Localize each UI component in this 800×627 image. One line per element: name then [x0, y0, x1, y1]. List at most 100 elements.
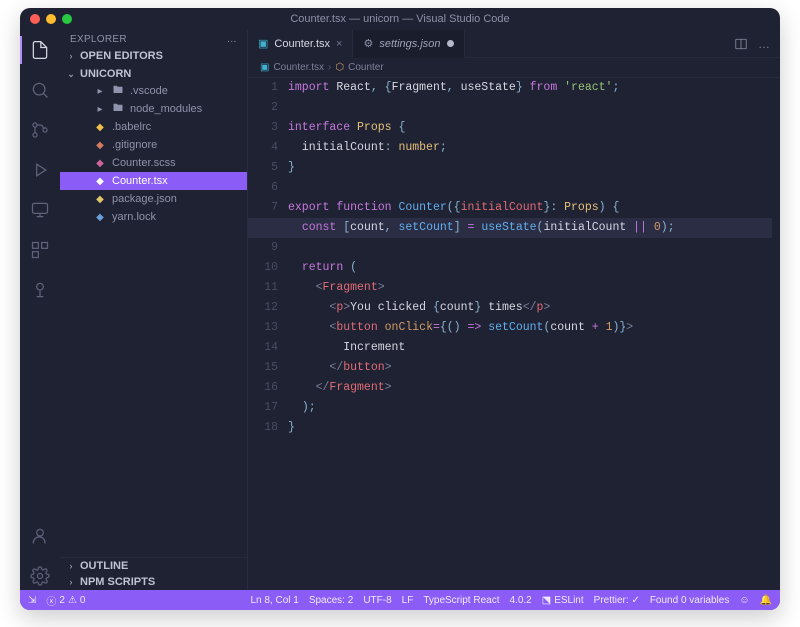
encoding[interactable]: UTF-8 [363, 595, 391, 606]
open-editors-section[interactable]: › OPEN EDITORS [60, 48, 247, 64]
code-line[interactable] [288, 98, 772, 118]
scm-activity-icon[interactable] [26, 116, 54, 144]
variables-status[interactable]: Found 0 variables [650, 595, 730, 606]
file-name-label: node_modules [130, 103, 202, 115]
tab-more-icon[interactable]: … [758, 37, 770, 51]
maximize-window-button[interactable] [62, 14, 72, 24]
line-number: 12 [248, 298, 278, 318]
typescript-version[interactable]: 4.0.2 [509, 595, 531, 606]
file-item--gitignore[interactable]: ◆.gitignore [60, 136, 247, 154]
code-line[interactable]: export function Counter({initialCount}: … [288, 198, 772, 218]
editor-tab-Counter-tsx[interactable]: ▣Counter.tsx× [248, 30, 353, 58]
indentation[interactable]: Spaces: 2 [309, 595, 353, 606]
tab-label: settings.json [379, 38, 440, 50]
outline-section[interactable]: › OUTLINE [60, 558, 247, 574]
folder-item-node_modules[interactable]: ▸🖿node_modules [60, 100, 247, 118]
titlebar: Counter.tsx — unicorn — Visual Studio Co… [20, 8, 780, 30]
code-line[interactable]: ); [288, 398, 772, 418]
file-item-Counter-tsx[interactable]: ◆Counter.tsx [60, 172, 247, 190]
minimize-window-button[interactable] [46, 14, 56, 24]
git-branch-status[interactable]: ⓧ2 ⚠0 [46, 593, 85, 608]
debug-activity-icon[interactable] [26, 156, 54, 184]
file-item-yarn-lock[interactable]: ◆yarn.lock [60, 208, 247, 226]
line-number: 15 [248, 358, 278, 378]
code-line[interactable]: interface Props { [288, 118, 772, 138]
file-item-Counter-scss[interactable]: ◆Counter.scss [60, 154, 247, 172]
folder-item--vscode[interactable]: ▸🖿.vscode [60, 82, 247, 100]
code-line[interactable]: return ( [288, 258, 772, 278]
language-mode[interactable]: TypeScript React [423, 595, 499, 606]
git-icon: ◆ [94, 139, 106, 151]
misc-activity-icon[interactable] [26, 276, 54, 304]
line-number: 13 [248, 318, 278, 338]
code-line[interactable] [288, 178, 772, 198]
settings-activity-icon[interactable] [26, 562, 54, 590]
remote-activity-icon[interactable] [26, 196, 54, 224]
dirty-indicator-icon [447, 40, 454, 47]
code-line[interactable]: <button onClick={() => setCount(count + … [288, 318, 772, 338]
close-window-button[interactable] [30, 14, 40, 24]
line-number: 11 [248, 278, 278, 298]
code-line[interactable]: initialCount: number; [288, 138, 772, 158]
cursor-position[interactable]: Ln 8, Col 1 [250, 595, 298, 606]
npm-scripts-section[interactable]: › NPM SCRIPTS [60, 574, 247, 590]
code-line[interactable]: const [count, setCount] = useState(initi… [248, 218, 772, 238]
code-content[interactable]: import React, {Fragment, useState} from … [288, 78, 780, 590]
editor-tab-settings-json[interactable]: ⚙settings.json [353, 30, 464, 58]
feedback-icon[interactable]: ☺ [739, 595, 749, 606]
prettier-status[interactable]: Prettier: ✓ [594, 595, 640, 606]
editor-tabs: ▣Counter.tsx×⚙settings.json … [248, 30, 780, 58]
code-line[interactable]: </Fragment> [288, 378, 772, 398]
line-number: 18 [248, 418, 278, 438]
chevron-right-icon: › [66, 561, 76, 571]
eslint-status[interactable]: ⬔ ESLint [542, 595, 584, 606]
editor-area: ▣Counter.tsx×⚙settings.json … ▣ Counter.… [248, 30, 780, 590]
line-number: 16 [248, 378, 278, 398]
breadcrumb[interactable]: ▣ Counter.tsx › ⬡ Counter [248, 58, 780, 78]
code-line[interactable]: Increment [288, 338, 772, 358]
line-number: 5 [248, 158, 278, 178]
split-editor-icon[interactable] [734, 37, 748, 51]
file-item-package-json[interactable]: ◆package.json [60, 190, 247, 208]
folder-icon: ▸ [94, 103, 106, 115]
file-name-label: .babelrc [112, 121, 151, 133]
line-number-gutter: 123456789101112131415161718 [248, 78, 288, 590]
close-tab-icon[interactable]: × [336, 38, 342, 50]
warning-icon: ⚠ [68, 595, 77, 606]
window-controls [30, 14, 72, 24]
extensions-activity-icon[interactable] [26, 236, 54, 264]
file-tree: ▸🖿.vscode▸🖿node_modules◆.babelrc◆.gitign… [60, 82, 247, 230]
line-number: 17 [248, 398, 278, 418]
line-number: 9 [248, 238, 278, 258]
workspace-section[interactable]: ⌄ UNICORN [60, 66, 247, 82]
editor[interactable]: 123456789101112131415161718 import React… [248, 78, 780, 590]
window-title: Counter.tsx — unicorn — Visual Studio Co… [20, 13, 780, 25]
file-name-label: Counter.tsx [112, 175, 168, 187]
code-line[interactable]: } [288, 418, 772, 438]
vscode-window: Counter.tsx — unicorn — Visual Studio Co… [20, 8, 780, 610]
accounts-activity-icon[interactable] [26, 522, 54, 550]
search-activity-icon[interactable] [26, 76, 54, 104]
remote-indicator[interactable]: ⇲ [28, 595, 36, 606]
code-line[interactable]: </button> [288, 358, 772, 378]
line-number: 3 [248, 118, 278, 138]
eol[interactable]: LF [402, 595, 414, 606]
code-line[interactable]: import React, {Fragment, useState} from … [288, 78, 772, 98]
scss-icon: ◆ [94, 157, 106, 169]
notifications-icon[interactable]: 🔔 [760, 595, 772, 606]
code-line[interactable]: } [288, 158, 772, 178]
explorer-sidebar: EXPLORER … › OPEN EDITORS ⌄ UNICORN ▸🖿.v… [60, 30, 248, 590]
code-line[interactable]: <Fragment> [288, 278, 772, 298]
code-line[interactable]: <p>You clicked {count} times</p> [288, 298, 772, 318]
file-item--babelrc[interactable]: ◆.babelrc [60, 118, 247, 136]
explorer-title: EXPLORER [70, 34, 127, 45]
line-number: 6 [248, 178, 278, 198]
chevron-right-icon: › [66, 577, 76, 587]
explorer-more-icon[interactable]: … [227, 34, 237, 45]
line-number: 7 [248, 198, 278, 218]
explorer-activity-icon[interactable] [26, 36, 54, 64]
line-number: 1 [248, 78, 278, 98]
symbol-icon: ⬡ [335, 62, 344, 73]
code-line[interactable] [288, 238, 772, 258]
line-number: 4 [248, 138, 278, 158]
